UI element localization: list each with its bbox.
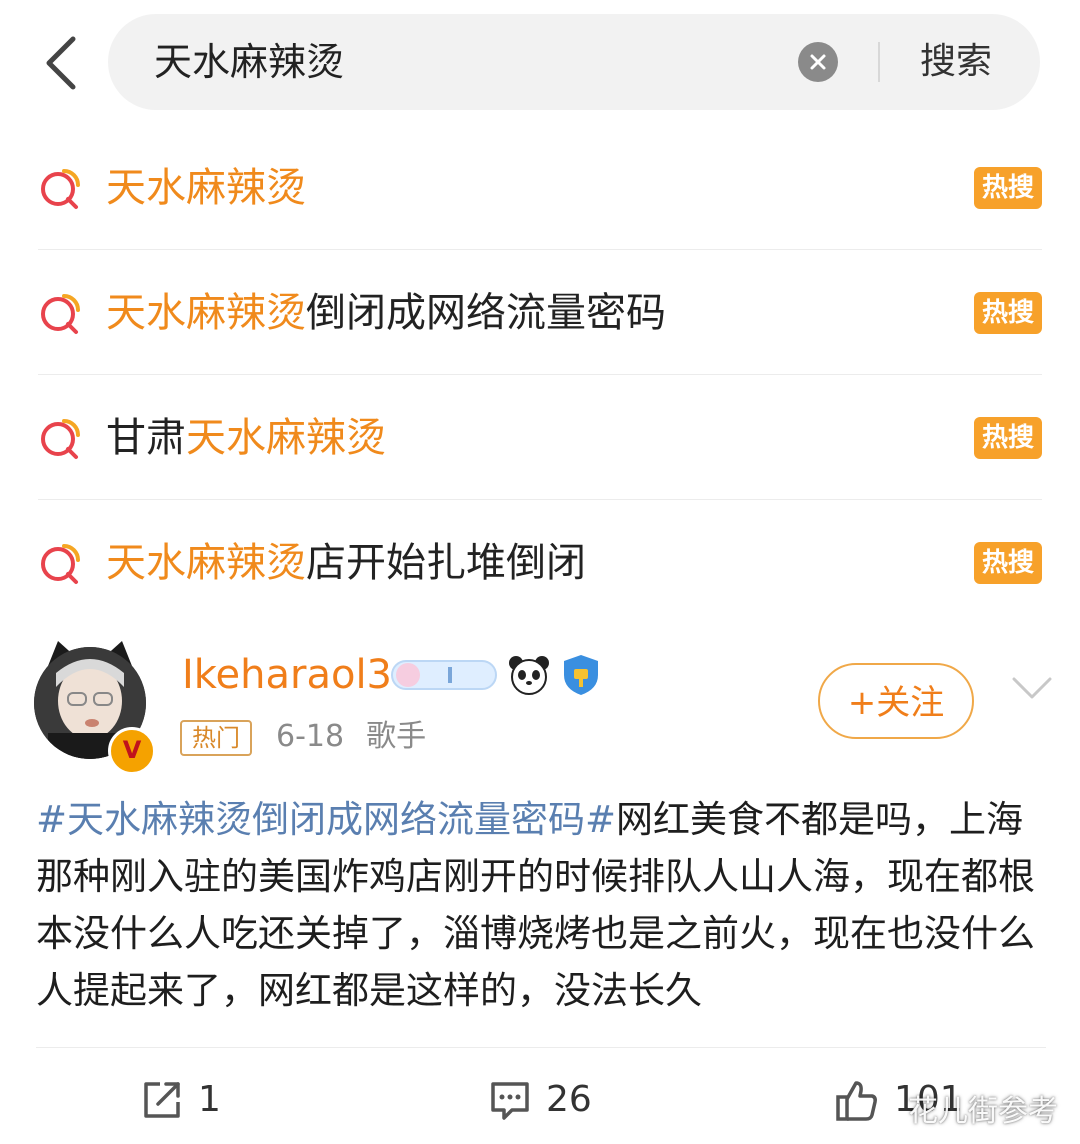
hot-badge: 热搜: [974, 292, 1042, 334]
decoration-badge-icon: [391, 660, 497, 690]
repost-button[interactable]: 1: [140, 1075, 221, 1125]
username[interactable]: Ikeharaol3: [182, 650, 392, 700]
thumbs-up-icon: [836, 1081, 877, 1121]
verified-badge: V: [108, 727, 156, 775]
chevron-left-icon: [46, 36, 76, 90]
hot-tag: 热门: [180, 720, 252, 756]
search-suggestions: 天水麻辣烫 热搜 天水麻辣烫倒闭成网络流量密码 热搜 甘肃天水麻辣烫 热搜 天水…: [0, 125, 1080, 624]
clear-search-button[interactable]: [798, 42, 838, 82]
post-source: 歌手: [366, 719, 427, 754]
hot-badge: 热搜: [974, 417, 1042, 459]
comment-button[interactable]: 26: [488, 1075, 592, 1125]
suggestion-item[interactable]: 天水麻辣烫倒闭成网络流量密码 热搜: [38, 250, 1042, 375]
topic-link[interactable]: #天水麻辣烫倒闭成网络流量密码#: [36, 798, 616, 841]
post-meta: 6-18 歌手: [276, 717, 426, 757]
hot-search-icon: [41, 294, 80, 334]
hot-search-icon: [41, 169, 80, 209]
actions-divider: [36, 1047, 1046, 1048]
search-divider: [878, 42, 880, 82]
hot-search-icon: [41, 419, 80, 459]
search-header: 天水麻辣烫 搜索: [0, 0, 1080, 125]
shield-icon: [564, 655, 598, 695]
suggestion-text: 天水麻辣烫店开始扎堆倒闭: [106, 540, 586, 586]
comment-icon: [491, 1082, 529, 1120]
suggestion-item[interactable]: 甘肃天水麻辣烫 热搜: [38, 375, 1042, 500]
follow-button[interactable]: +关注: [818, 663, 974, 739]
repost-count: 1: [198, 1079, 221, 1120]
post-card: V Ikeharaol3 热门 6-18 歌手 +关注 #天水麻辣烫倒闭成网络流…: [0, 625, 1080, 1144]
suggestion-text: 天水麻辣烫倒闭成网络流量密码: [106, 290, 666, 336]
search-query[interactable]: 天水麻辣烫: [154, 37, 344, 87]
comment-count: 26: [546, 1079, 592, 1120]
post-date: 6-18: [276, 719, 345, 754]
post-text: #天水麻辣烫倒闭成网络流量密码#网红美食不都是吗，上海那种刚入驻的美国炸鸡店刚开…: [36, 791, 1046, 1019]
watermark: 花儿街参考: [908, 1094, 1058, 1129]
search-button[interactable]: 搜索: [920, 37, 992, 87]
suggestion-text: 甘肃天水麻辣烫: [106, 415, 386, 461]
search-input[interactable]: 天水麻辣烫 搜索: [108, 14, 1040, 110]
hot-badge: 热搜: [974, 167, 1042, 209]
hot-search-icon: [41, 544, 80, 584]
suggestion-item[interactable]: 天水麻辣烫店开始扎堆倒闭 热搜: [38, 500, 1042, 624]
back-button[interactable]: [30, 28, 90, 98]
page: 天水麻辣烫 搜索 天水麻辣烫 热搜 天水麻辣烫倒闭成网络流量密码 热搜 甘肃天水…: [0, 0, 1080, 1144]
hot-badge: 热搜: [974, 542, 1042, 584]
repost-icon: [144, 1082, 180, 1118]
panda-icon: [509, 656, 549, 695]
chevron-down-icon[interactable]: [1010, 673, 1054, 703]
suggestion-text: 天水麻辣烫: [106, 165, 306, 211]
close-icon: [810, 54, 826, 70]
suggestion-item[interactable]: 天水麻辣烫 热搜: [38, 125, 1042, 250]
